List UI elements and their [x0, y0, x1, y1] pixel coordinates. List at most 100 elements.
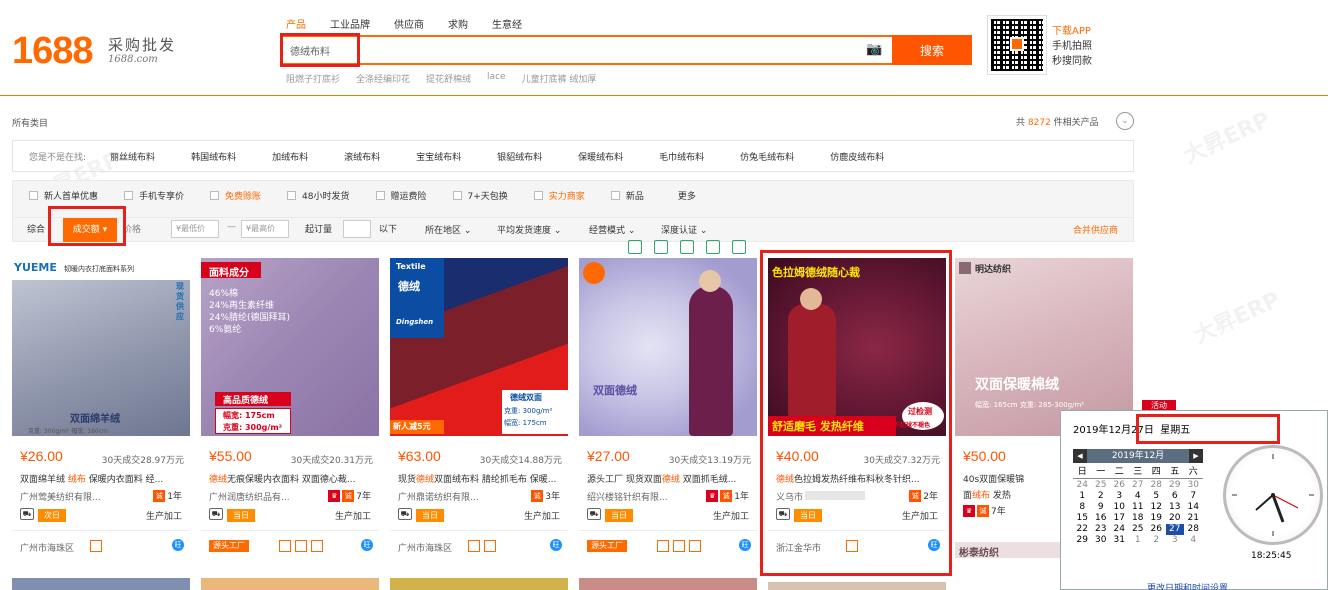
logo[interactable]: 1688: [12, 30, 94, 73]
prev-month-button[interactable]: ◀: [1073, 449, 1087, 463]
breadcrumb[interactable]: 所有类目: [12, 116, 48, 129]
checkbox[interactable]: [287, 191, 297, 200]
calendar-day[interactable]: 30: [1184, 480, 1203, 491]
calendar-day[interactable]: 27: [1165, 524, 1184, 535]
filter-48h-ship[interactable]: 48小时发货: [287, 189, 350, 202]
calendar-day[interactable]: 20: [1166, 513, 1185, 524]
hot-word[interactable]: 儿童打底裤 绒加厚: [522, 72, 597, 85]
product-card[interactable]: 面料成分 46%棉 24%再生素纤维 24%腈纶(德国拜耳) 6%氨纶 高品质德…: [201, 258, 379, 558]
shop-name[interactable]: 绍兴楼铭针织有限...: [587, 490, 668, 503]
suggestion-item[interactable]: 仿鹿皮绒布料: [830, 150, 884, 163]
calendar-day[interactable]: 24: [1073, 480, 1092, 491]
calendar-day[interactable]: 2: [1092, 491, 1111, 502]
app-download[interactable]: 下载APP 手机拍照 秒搜同款: [1052, 24, 1092, 69]
settings-icon[interactable]: [732, 240, 746, 254]
filter-new-product[interactable]: 新品: [610, 189, 644, 202]
change-datetime-link[interactable]: 更改日期和时间设置...: [1147, 581, 1237, 590]
checkbox[interactable]: [610, 191, 620, 200]
hot-word[interactable]: 提花舒棉绒: [426, 72, 471, 85]
product-card[interactable]: YUEME 韧暖内衣打底面料系列 现货供应 双面绵羊绒 克重: 300g/m² …: [12, 258, 190, 558]
calendar-day[interactable]: 28: [1147, 480, 1166, 491]
more-filters-button[interactable]: 更多: [678, 189, 696, 202]
checkbox[interactable]: [375, 191, 385, 200]
suggestion-item[interactable]: 韩国绒布料: [191, 150, 236, 163]
calendar-day[interactable]: 14: [1184, 502, 1203, 513]
max-price-input[interactable]: ¥最高价: [241, 220, 289, 238]
calendar-day[interactable]: 1: [1073, 491, 1092, 502]
calendar-day[interactable]: 18: [1129, 513, 1148, 524]
calendar-day[interactable]: 30: [1092, 535, 1111, 546]
moq-input[interactable]: [343, 220, 371, 238]
calendar-day[interactable]: 17: [1110, 513, 1129, 524]
filter-mobile-price[interactable]: 手机专享价: [124, 189, 184, 202]
suggestion-item[interactable]: 毛巾绒布料: [659, 150, 704, 163]
calendar-day[interactable]: 26: [1110, 480, 1129, 491]
suggestion-item[interactable]: 仿兔毛绒布料: [740, 150, 794, 163]
product-title[interactable]: 德绒无痕保暖内衣面料 双面德心裁...: [209, 472, 373, 485]
checkbox[interactable]: [124, 191, 134, 200]
product-title[interactable]: 源头工厂 现货双面德绒 双面抓毛绒...: [587, 472, 751, 485]
hot-word[interactable]: 全涤经编印花: [356, 72, 410, 85]
calendar-day[interactable]: 27: [1129, 480, 1148, 491]
product-title[interactable]: 现货德绒双面绒布料 腈纶抓毛布 保暖...: [398, 472, 562, 485]
checkbox[interactable]: [452, 191, 462, 200]
tab-business[interactable]: 生意经: [492, 16, 522, 31]
calendar-day[interactable]: 24: [1110, 524, 1129, 535]
calendar-day[interactable]: 29: [1166, 480, 1185, 491]
search-button[interactable]: 搜索: [892, 35, 972, 65]
calendar-day[interactable]: 3: [1110, 491, 1129, 502]
filter-new-user[interactable]: 新人首单优惠: [29, 189, 98, 202]
cert-dropdown[interactable]: 深度认证 ⌄: [661, 223, 707, 236]
min-price-input[interactable]: ¥最低价: [171, 220, 219, 238]
mode-dropdown[interactable]: 经营模式 ⌄: [589, 223, 635, 236]
suggestion-item[interactable]: 银貂绒布料: [497, 150, 542, 163]
checkbox[interactable]: [533, 191, 543, 200]
calendar-day[interactable]: 8: [1073, 502, 1092, 513]
filter-7day-exchange[interactable]: 7+天包换: [452, 189, 508, 202]
chat-icon[interactable]: 旺: [361, 539, 373, 551]
checkbox[interactable]: [29, 191, 38, 200]
calendar-day[interactable]: 3: [1166, 535, 1185, 546]
calendar-day[interactable]: 1: [1129, 535, 1148, 546]
calendar-day[interactable]: 5: [1147, 491, 1166, 502]
calendar-day[interactable]: 4: [1184, 535, 1203, 546]
suggestion-item[interactable]: 宝宝绒布料: [416, 150, 461, 163]
calendar-day[interactable]: 19: [1147, 513, 1166, 524]
delivery-dropdown[interactable]: 平均发货速度 ⌄: [497, 223, 561, 236]
calendar-day[interactable]: 2: [1147, 535, 1166, 546]
product-title[interactable]: 双面绵羊绒 绒布 保暖内衣面料 经...: [20, 472, 184, 485]
product-image[interactable]: Textile 德绒 Dingshen 新人减5元 德绒双面 克重: 300g/…: [390, 258, 568, 436]
tab-products[interactable]: 产品: [286, 16, 306, 31]
calendar-day[interactable]: 21: [1184, 513, 1203, 524]
product-card[interactable]: Textile 德绒 Dingshen 新人减5元 德绒双面 克重: 300g/…: [390, 258, 568, 558]
calendar-day[interactable]: 31: [1110, 535, 1129, 546]
suggestion-item[interactable]: 保暖绒布料: [578, 150, 623, 163]
product-image[interactable]: YUEME 韧暖内衣打底面料系列 现货供应 双面绵羊绒 克重: 300g/m² …: [12, 258, 190, 436]
checkbox[interactable]: [210, 191, 220, 200]
chat-icon[interactable]: 旺: [739, 539, 751, 551]
suggestion-item[interactable]: 滚绒布料: [344, 150, 380, 163]
search-input[interactable]: [290, 42, 810, 58]
hot-word[interactable]: 阻燃子打底衫: [286, 72, 340, 85]
shop-name[interactable]: 广州润唐纺织品有...: [209, 490, 290, 503]
shop-name[interactable]: 广州鼎诺纺织有限...: [398, 490, 479, 503]
filter-strong-merchant[interactable]: 实力商家: [533, 189, 585, 202]
calendar-day[interactable]: 9: [1092, 502, 1111, 513]
calendar-day[interactable]: 6: [1166, 491, 1185, 502]
suggestion-item[interactable]: 加绒布料: [272, 150, 308, 163]
calendar-day[interactable]: 29: [1073, 535, 1092, 546]
product-image[interactable]: 双面德绒: [579, 258, 757, 436]
similar-icon[interactable]: [628, 240, 642, 254]
calendar-day[interactable]: 16: [1092, 513, 1111, 524]
chevron-down-icon[interactable]: ⌄: [1116, 112, 1134, 130]
chat-icon[interactable]: 旺: [172, 539, 184, 551]
sort-general[interactable]: 综合: [27, 222, 45, 235]
calendar-day[interactable]: 28: [1184, 524, 1203, 535]
calendar-day[interactable]: 26: [1147, 524, 1166, 535]
shop-name[interactable]: 广州莺美纺织有限...: [20, 490, 101, 503]
filter-free-credit[interactable]: 免费赊账: [210, 189, 261, 202]
calendar-day[interactable]: 23: [1092, 524, 1111, 535]
calendar-day[interactable]: 22: [1073, 524, 1092, 535]
region-dropdown[interactable]: 所在地区 ⌄: [425, 223, 471, 236]
tab-suppliers[interactable]: 供应商: [394, 16, 424, 31]
